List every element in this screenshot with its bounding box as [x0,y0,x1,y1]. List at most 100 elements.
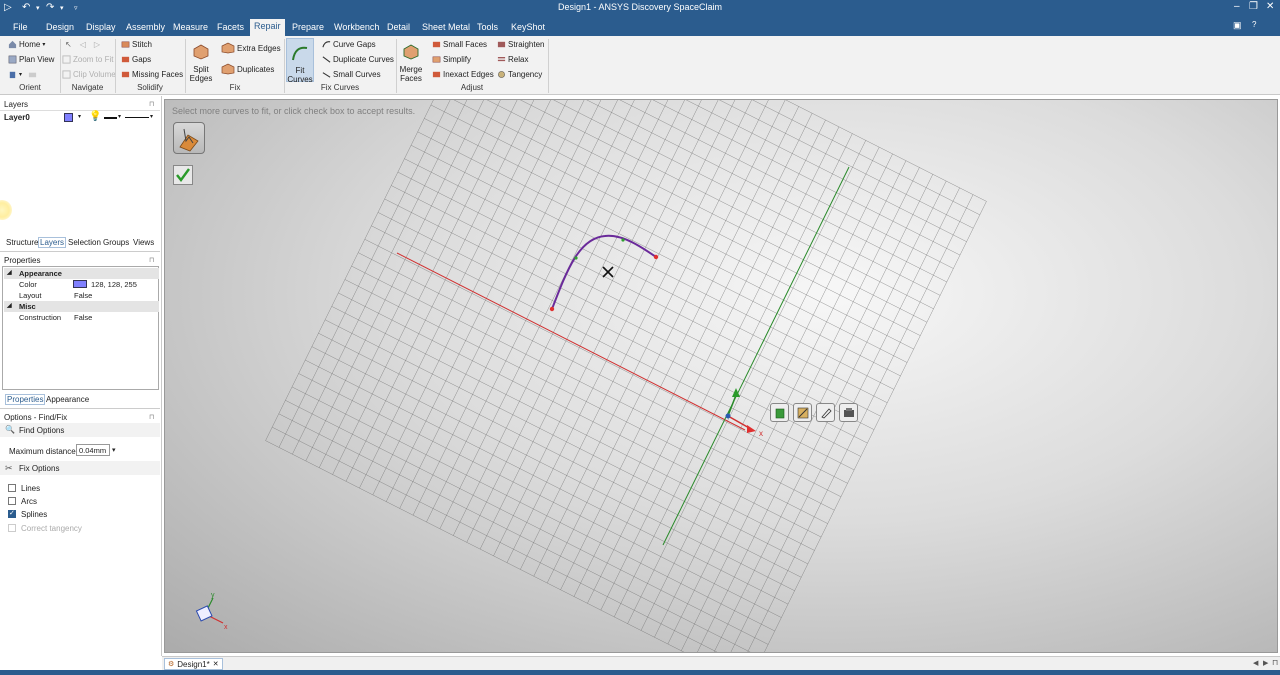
line-style-dropdown-icon[interactable]: ▾ [150,113,153,120]
sketch-mode-button[interactable] [816,403,835,422]
tab-assembly[interactable]: Assembly [122,20,169,36]
tangency-button[interactable]: Tangency [497,70,542,79]
relax-button[interactable]: Relax [497,55,528,64]
close-icon[interactable]: ✕ [1266,1,1274,12]
fit-curves-label-1: Fit [295,66,305,75]
layer-color-swatch[interactable] [64,113,73,122]
tab-groups[interactable]: Groups [103,238,129,247]
find-options-header[interactable]: 🔍 Find Options [0,423,160,437]
tab-file[interactable]: File [9,20,32,36]
fix-options-header[interactable]: ✂ Fix Options [0,461,160,475]
select-pointer-icon[interactable]: ↖ [65,40,72,49]
pin-icon[interactable]: ⊓ [149,256,154,264]
color-swatch[interactable] [73,280,87,288]
zoom-to-fit-button[interactable]: Zoom to Fit [62,55,113,64]
property-row-layout[interactable]: Layout False [4,290,159,301]
line-weight-dropdown-icon[interactable]: ▾ [118,113,121,120]
curve-endpoint[interactable] [653,254,659,260]
inexact-edges-button[interactable]: Inexact Edges [432,70,494,79]
property-row-color[interactable]: Color 128, 128, 255 [4,279,159,290]
property-category-misc[interactable]: ◢ Misc [4,301,159,312]
tab-layers[interactable]: Layers [38,237,67,248]
tab-design[interactable]: Design [42,20,78,36]
small-curves-button[interactable]: Small Curves [322,70,381,79]
splines-checkbox[interactable] [8,509,16,518]
tab-workbench[interactable]: Workbench [330,20,383,36]
tab-facets[interactable]: Facets [213,20,248,36]
3d-viewport[interactable]: Select more curves to fit, or click chec… [164,99,1278,653]
fit-curves-button[interactable]: Fit Curves [286,38,314,84]
document-tab[interactable]: ⚙ Design1* ✕ [164,658,223,670]
collapse-icon[interactable]: ◢ [7,302,12,309]
plan-view-button[interactable]: Plan View [8,55,54,64]
duplicate-curves-button[interactable]: Duplicate Curves [322,55,394,64]
cube-view-icon [9,71,16,79]
straighten-button[interactable]: Straighten [497,40,544,49]
missing-faces-button[interactable]: Missing Faces [121,70,183,79]
orient-view-button[interactable]: ▾ [8,70,37,79]
tab-display[interactable]: Display [82,20,120,36]
grid-line [404,158,888,403]
tab-views[interactable]: Views [133,238,154,247]
layer-name[interactable]: Layer0 [4,113,30,122]
tab-repair[interactable]: Repair [250,19,285,36]
back-icon[interactable]: ◁ [80,40,86,49]
gaps-button[interactable]: Gaps [121,55,151,64]
arcs-checkbox[interactable] [8,497,16,505]
select-sketch-button[interactable] [793,403,812,422]
restore-icon[interactable]: ❐ [1249,1,1258,12]
tab-tools[interactable]: Tools [473,20,502,36]
tab-structure[interactable]: Structure [6,238,38,247]
max-distance-dropdown-icon[interactable]: ▾ [112,446,116,454]
correct-tangency-checkbox[interactable] [8,524,16,532]
tab-keyshot[interactable]: KeyShot [507,20,549,36]
simplify-icon [432,56,441,63]
view-triad[interactable]: y x [189,588,233,632]
merge-faces-button[interactable]: Merge Faces [398,41,424,83]
select-body-button[interactable] [770,403,789,422]
tab-selection[interactable]: Selection [68,238,101,247]
collapse-icon[interactable]: ◢ [7,269,12,276]
property-row-construction[interactable]: Construction False [4,312,159,323]
tab-detail[interactable]: Detail [383,20,414,36]
line-style-icon[interactable] [125,117,149,118]
line-weight-icon[interactable] [104,117,117,119]
close-tab-icon[interactable]: ✕ [213,660,219,668]
tab-appearance[interactable]: Appearance [46,395,89,404]
curve-control-point[interactable] [621,238,625,242]
curve-gaps-button[interactable]: Curve Gaps [322,40,376,49]
divider [0,408,160,409]
tab-prepare[interactable]: Prepare [288,20,328,36]
tab-list-icon[interactable]: ⊓ [1272,658,1278,667]
home-button[interactable]: Home ▾ [8,40,45,49]
curve-endpoint[interactable] [549,306,555,312]
lines-checkbox[interactable] [8,484,16,492]
grid-options-button[interactable] [839,403,858,422]
help-icon[interactable]: ? [1248,18,1260,34]
tab-properties[interactable]: Properties [5,394,46,405]
tab-sheet-metal[interactable]: Sheet Metal [418,20,474,36]
layer-color-dropdown-icon[interactable]: ▾ [78,113,81,120]
scroll-right-icon[interactable]: ▶ [1263,659,1268,667]
scroll-left-icon[interactable]: ◀ [1253,659,1258,667]
grid-line [640,147,880,631]
clip-volume-button[interactable]: Clip Volume [62,70,116,79]
lightbulb-icon[interactable]: 💡 [89,111,101,122]
small-faces-button[interactable]: Small Faces [432,40,487,49]
duplicates-button[interactable]: Duplicates [221,63,274,75]
minimize-icon[interactable]: – [1234,1,1240,12]
ribbon-options-icon[interactable]: ▣ [1229,18,1246,34]
property-category-appearance[interactable]: ◢ Appearance [4,268,159,279]
extra-edges-button[interactable]: Extra Edges [221,42,281,54]
split-edges-button[interactable]: Split Edges [188,41,214,83]
stitch-button[interactable]: Stitch [121,40,152,49]
group-navigate: Navigate [71,83,104,92]
pin-icon[interactable]: ⊓ [149,100,154,108]
curve-control-point[interactable] [574,256,578,260]
grid-line [424,118,908,363]
simplify-button[interactable]: Simplify [432,55,471,64]
max-distance-input[interactable]: 0.04mm [76,444,110,456]
forward-icon[interactable]: ▷ [94,40,100,49]
pin-icon[interactable]: ⊓ [149,413,154,421]
tab-measure[interactable]: Measure [169,20,212,36]
